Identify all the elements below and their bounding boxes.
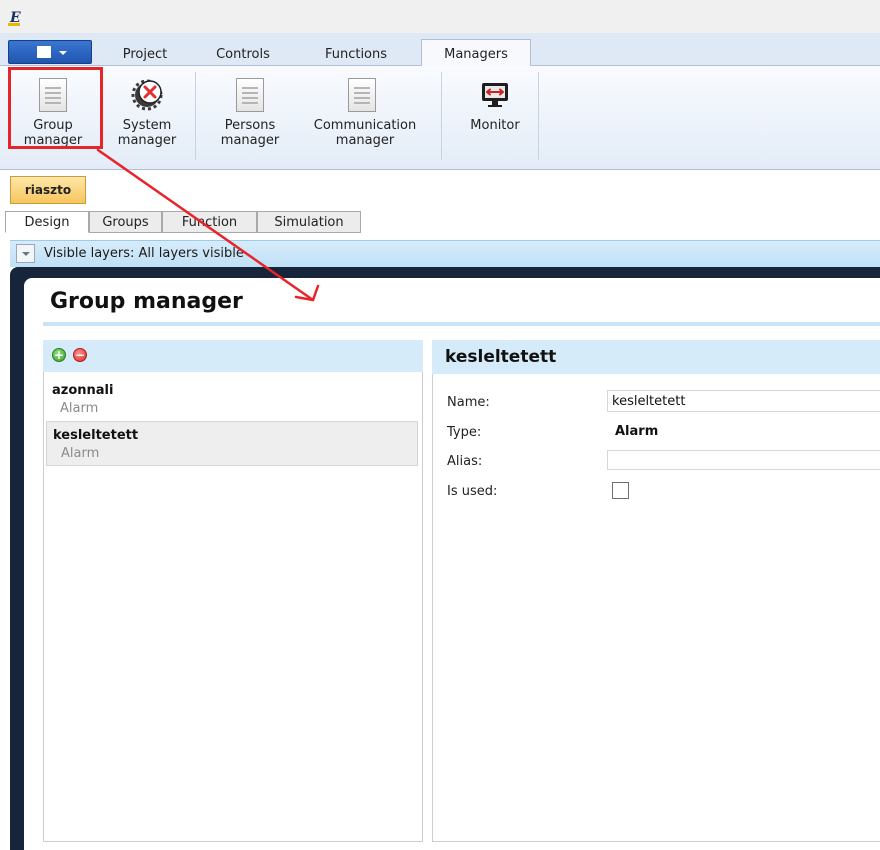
group-name: azonnali [52,383,114,398]
highlight-annotation [8,67,103,149]
is-used-label: Is used: [447,484,498,499]
document-icon [348,78,376,112]
type-value: Alarm [615,424,659,439]
system-manager-button[interactable]: System manager [104,72,190,154]
tab-simulation[interactable]: Simulation [257,211,361,233]
document-tab-riaszto[interactable]: riaszto [10,176,86,204]
tab-functions[interactable]: Functions [300,43,412,66]
system-manager-label: System manager [117,118,177,148]
remove-icon[interactable]: − [73,348,87,362]
file-menu-button[interactable] [8,40,92,64]
layers-dropdown-button[interactable] [16,244,35,263]
communication-manager-label: Communication manager [313,118,417,148]
ribbon-separator [441,72,442,160]
details-panel [432,374,880,842]
tab-function[interactable]: Function [162,211,257,233]
group-type: Alarm [60,401,99,416]
tab-controls[interactable]: Controls [193,43,293,66]
title-divider [43,322,880,326]
alias-field[interactable] [607,450,880,470]
communication-manager-button[interactable]: Communication manager [290,72,440,154]
document-icon [37,46,51,58]
group-type: Alarm [61,446,100,461]
title-bar [0,0,880,33]
alias-label: Alias: [447,454,483,469]
list-item[interactable]: kesleltetett Alarm [46,421,418,466]
tab-managers[interactable]: Managers [421,39,531,67]
tab-design[interactable]: Design [5,211,89,233]
persons-manager-button[interactable]: Persons manager [202,72,298,154]
persons-manager-label: Persons manager [220,118,280,148]
app-logo-icon: E [8,10,21,26]
type-label: Type: [447,425,482,440]
system-error-icon [131,79,163,111]
chevron-down-icon [59,51,67,55]
list-item[interactable]: azonnali Alarm [46,377,418,422]
ribbon-separator [195,72,196,160]
name-label: Name: [447,395,490,410]
is-used-checkbox[interactable] [612,482,629,499]
details-title: kesleltetett [445,347,557,367]
add-icon[interactable]: + [52,348,66,362]
page-title: Group manager [50,289,243,314]
tab-project[interactable]: Project [100,43,190,66]
group-list-toolbar [43,340,423,372]
monitor-label: Monitor [470,118,520,133]
layers-status-text: Visible layers: All layers visible [44,246,244,261]
document-icon [236,78,264,112]
monitor-button[interactable]: Monitor [450,72,540,154]
monitor-icon [482,83,508,107]
tab-groups[interactable]: Groups [89,211,162,233]
group-name: kesleltetett [53,428,139,443]
name-field[interactable] [607,390,880,412]
